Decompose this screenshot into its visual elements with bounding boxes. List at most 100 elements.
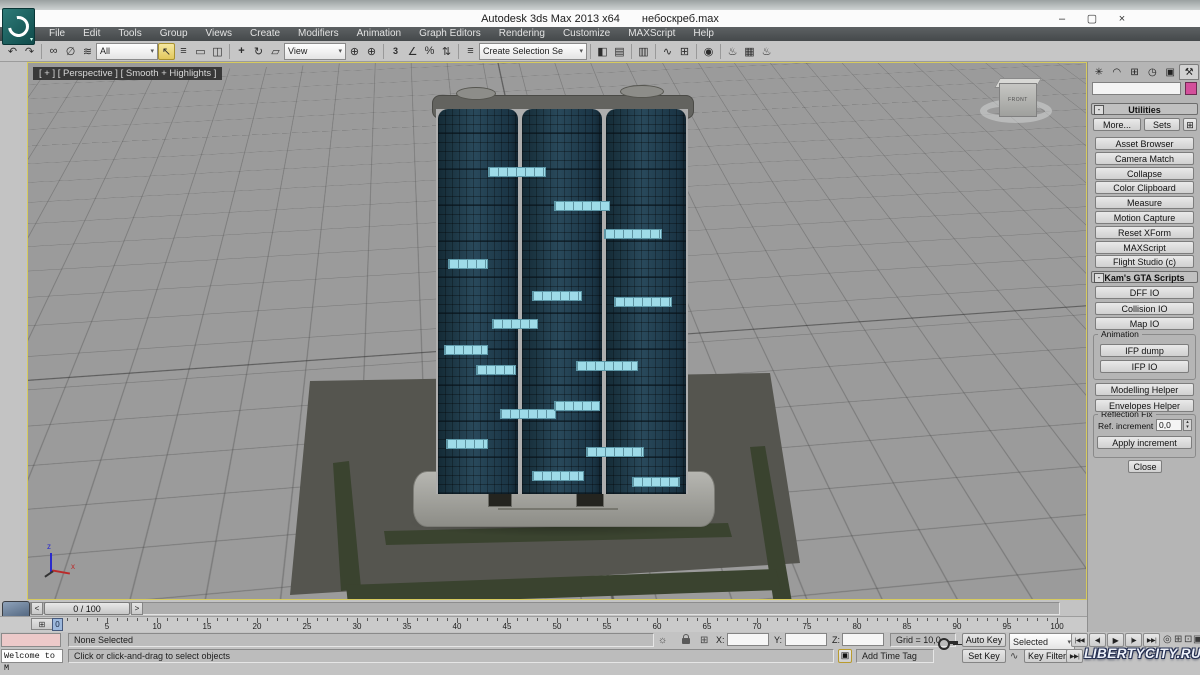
perspective-viewport[interactable]: [ + ] [ Perspective ] [ Smooth + Highlig…: [27, 62, 1087, 600]
minimize-button[interactable]: –: [1054, 13, 1070, 25]
go-to-start-icon[interactable]: |◀◀: [1071, 633, 1088, 647]
utilities-tab-icon[interactable]: ⚒: [1179, 64, 1199, 80]
y-coord-field[interactable]: [785, 633, 827, 646]
menu-file[interactable]: File: [40, 27, 74, 41]
more-button[interactable]: More...: [1093, 118, 1141, 131]
kam-scripts-rollout-header[interactable]: - Kam's GTA Scripts: [1091, 271, 1198, 283]
macro-recorder-field[interactable]: [1, 633, 61, 647]
next-frame-icon[interactable]: |▶: [1125, 633, 1142, 647]
motion-tab-icon[interactable]: ◷: [1143, 64, 1161, 80]
isolate-selection-icon[interactable]: ☼: [658, 635, 667, 646]
skyscraper-model[interactable]: [436, 109, 688, 494]
render-setup-icon[interactable]: ♨: [724, 43, 741, 60]
new-key-filter-icon[interactable]: ∿: [1010, 651, 1018, 662]
previous-frame-icon[interactable]: ◀|: [1089, 633, 1106, 647]
menu-create[interactable]: Create: [241, 27, 289, 41]
maximize-viewport-icon[interactable]: ▣: [1193, 634, 1200, 645]
window-crossing-icon[interactable]: ◫: [209, 43, 226, 60]
menu-help[interactable]: Help: [684, 27, 723, 41]
kam-dff-io[interactable]: DFF IO: [1095, 286, 1194, 299]
reference-coordinate-dropdown[interactable]: View ▾: [284, 43, 346, 60]
ref-increment-spinner[interactable]: ▴ ▾: [1183, 419, 1192, 431]
spinner-snap-icon[interactable]: ⇅: [438, 43, 455, 60]
named-selection-sets-dropdown[interactable]: Create Selection Se ▾: [479, 43, 587, 60]
use-pivot-point-icon[interactable]: ⊕: [346, 43, 363, 60]
set-key-button[interactable]: Set Key: [962, 649, 1006, 663]
bind-to-space-warp-icon[interactable]: ≋: [79, 43, 96, 60]
sets-button[interactable]: Sets: [1144, 118, 1180, 131]
titlebar[interactable]: Autodesk 3ds Max 2013 x64 небоскреб.max: [0, 10, 1200, 27]
menu-animation[interactable]: Animation: [348, 27, 410, 41]
x-coord-field[interactable]: [727, 633, 769, 646]
rendered-frame-window-icon[interactable]: ▦: [741, 43, 758, 60]
helper-envelopes-helper[interactable]: Envelopes Helper: [1095, 399, 1194, 412]
time-slider-track[interactable]: [30, 602, 1060, 615]
menu-modifiers[interactable]: Modifiers: [289, 27, 348, 41]
schematic-view-icon[interactable]: ⊞: [676, 43, 693, 60]
unlink-selection-icon[interactable]: ∅: [62, 43, 79, 60]
menu-views[interactable]: Views: [197, 27, 242, 41]
track-bar[interactable]: 0 05101520253035404550556065707580859095…: [0, 616, 1087, 633]
utilities-rollout-header[interactable]: - Utilities: [1091, 103, 1198, 115]
kam-collision-io[interactable]: Collision IO: [1095, 302, 1194, 315]
menu-customize[interactable]: Customize: [554, 27, 619, 41]
go-to-end-key-icon[interactable]: ▶▶|: [1066, 649, 1083, 663]
apply-increment-button[interactable]: Apply increment: [1097, 436, 1192, 449]
align-icon[interactable]: ▤: [611, 43, 628, 60]
time-slider-handle[interactable]: 0 / 100: [44, 602, 130, 615]
select-by-name-icon[interactable]: ≡: [175, 43, 192, 60]
key-mode-dropdown[interactable]: Selected ▾: [1009, 633, 1075, 650]
mirror-icon[interactable]: ◧: [594, 43, 611, 60]
utility-collapse[interactable]: Collapse: [1095, 167, 1194, 180]
zoom-icon[interactable]: ◎: [1163, 634, 1172, 645]
material-editor-icon[interactable]: ◉: [700, 43, 717, 60]
selection-filter-dropdown[interactable]: All ▾: [96, 43, 158, 60]
anim-ifp-dump[interactable]: IFP dump: [1100, 344, 1189, 357]
utility-measure[interactable]: Measure: [1095, 196, 1194, 209]
utility-camera-match[interactable]: Camera Match: [1095, 152, 1194, 165]
close-utility-button[interactable]: Close: [1128, 460, 1162, 473]
spinner-down-icon[interactable]: ▾: [1186, 425, 1189, 430]
zoom-extents-icon[interactable]: ⊡: [1184, 634, 1192, 645]
menu-group[interactable]: Group: [151, 27, 197, 41]
utility-reset-xform[interactable]: Reset XForm: [1095, 226, 1194, 239]
viewcube[interactable]: FRONT: [978, 81, 1058, 127]
select-and-move-icon[interactable]: +: [233, 43, 250, 60]
object-name-field[interactable]: [1092, 82, 1181, 95]
helper-modelling-helper[interactable]: Modelling Helper: [1095, 383, 1194, 396]
undo-icon[interactable]: ↶: [4, 43, 21, 60]
create-tab-icon[interactable]: ✳: [1090, 64, 1108, 80]
menu-tools[interactable]: Tools: [109, 27, 150, 41]
next-frame-arrow[interactable]: >: [131, 602, 143, 615]
previous-frame-arrow[interactable]: <: [31, 602, 43, 615]
z-coord-field[interactable]: [842, 633, 884, 646]
select-object-icon[interactable]: ↖: [158, 43, 175, 60]
select-and-link-icon[interactable]: ∞: [45, 43, 62, 60]
snaps-toggle-icon[interactable]: 3: [387, 43, 404, 60]
edit-named-sets-icon[interactable]: ≡: [462, 43, 479, 60]
object-color-swatch[interactable]: [1185, 82, 1197, 95]
layer-manager-icon[interactable]: ▥: [635, 43, 652, 60]
select-and-manipulate-icon[interactable]: ⊕: [363, 43, 380, 60]
restore-button[interactable]: ▢: [1084, 12, 1100, 25]
hierarchy-tab-icon[interactable]: ⊞: [1126, 64, 1144, 80]
curve-editor-icon[interactable]: ∿: [659, 43, 676, 60]
add-time-tag[interactable]: Add Time Tag: [856, 649, 934, 663]
anim-ifp-io[interactable]: IFP IO: [1100, 360, 1189, 373]
percent-snap-icon[interactable]: %: [421, 43, 438, 60]
viewcube-front-face[interactable]: FRONT: [999, 83, 1037, 117]
absolute-mode-icon[interactable]: ⊞: [700, 635, 708, 646]
maxscript-mini-listener[interactable]: Welcome to M: [1, 649, 63, 663]
menu-graph-editors[interactable]: Graph Editors: [410, 27, 490, 41]
display-tab-icon[interactable]: ▣: [1161, 64, 1179, 80]
utility-color-clipboard[interactable]: Color Clipboard: [1095, 181, 1194, 194]
configure-button-sets-icon[interactable]: ⊞: [1183, 118, 1197, 131]
auto-key-button[interactable]: Auto Key: [962, 633, 1006, 647]
redo-icon[interactable]: ↷: [21, 43, 38, 60]
play-animation-icon[interactable]: ▶: [1107, 633, 1124, 647]
angle-snap-icon[interactable]: ∠: [404, 43, 421, 60]
rectangular-selection-region-icon[interactable]: ▭: [192, 43, 209, 60]
kam-map-io[interactable]: Map IO: [1095, 317, 1194, 330]
utility-motion-capture[interactable]: Motion Capture: [1095, 211, 1194, 224]
ref-increment-field[interactable]: 0,0: [1156, 419, 1182, 431]
